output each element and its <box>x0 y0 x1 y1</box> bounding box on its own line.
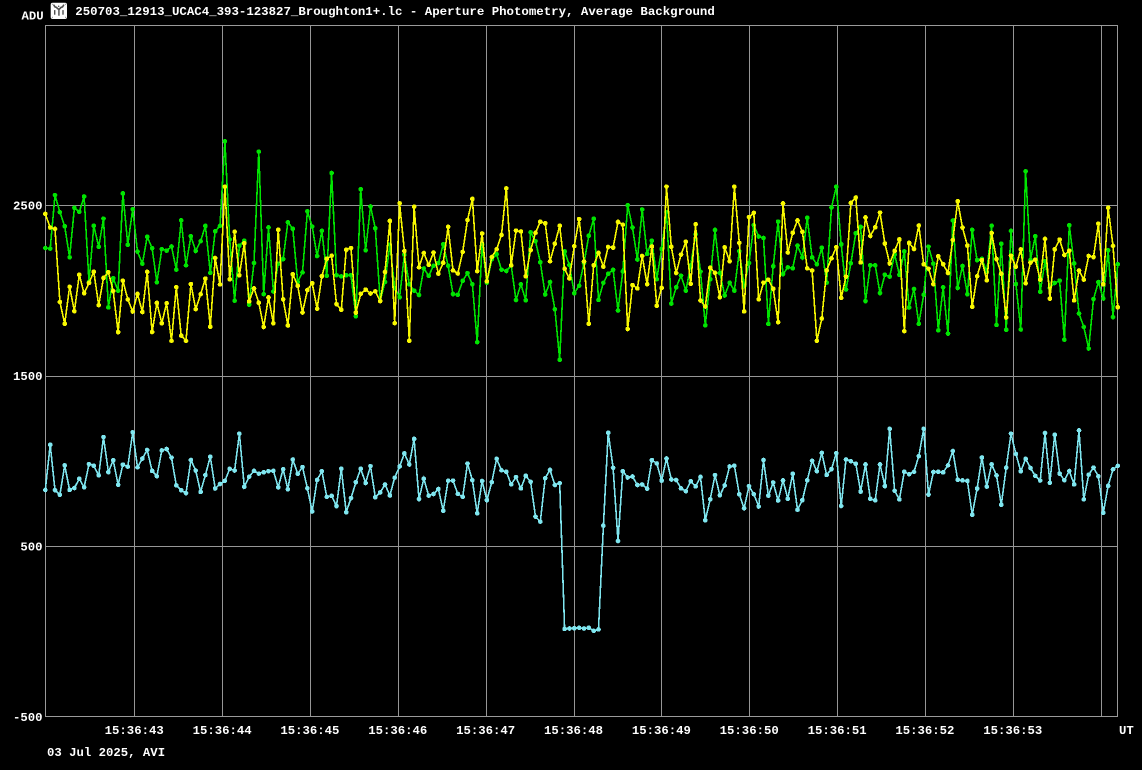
svg-text:15:36:48: 15:36:48 <box>544 724 603 738</box>
svg-text:15:36:44: 15:36:44 <box>193 724 253 738</box>
svg-text:15:36:45: 15:36:45 <box>280 724 339 738</box>
svg-text:15:36:50: 15:36:50 <box>720 724 779 738</box>
svg-text:UT: UT <box>1119 724 1134 738</box>
svg-text:15:36:46: 15:36:46 <box>368 724 427 738</box>
svg-text:500: 500 <box>20 540 42 554</box>
svg-text:ADU: ADU <box>22 10 44 24</box>
svg-text:2500: 2500 <box>13 200 43 214</box>
svg-text:15:36:51: 15:36:51 <box>808 724 867 738</box>
svg-text:15:36:47: 15:36:47 <box>456 724 515 738</box>
svg-text:250703_12913_UCAC4_393-123827_: 250703_12913_UCAC4_393-123827_Broughton1… <box>75 5 714 19</box>
svg-text:15:36:53: 15:36:53 <box>983 724 1042 738</box>
svg-text:03 Jul 2025, AVI: 03 Jul 2025, AVI <box>47 746 165 760</box>
svg-text:15:36:52: 15:36:52 <box>895 724 954 738</box>
svg-text:1500: 1500 <box>13 370 43 384</box>
svg-text:-500: -500 <box>13 711 43 725</box>
svg-text:15:36:49: 15:36:49 <box>632 724 691 738</box>
svg-text:15:36:43: 15:36:43 <box>105 724 164 738</box>
